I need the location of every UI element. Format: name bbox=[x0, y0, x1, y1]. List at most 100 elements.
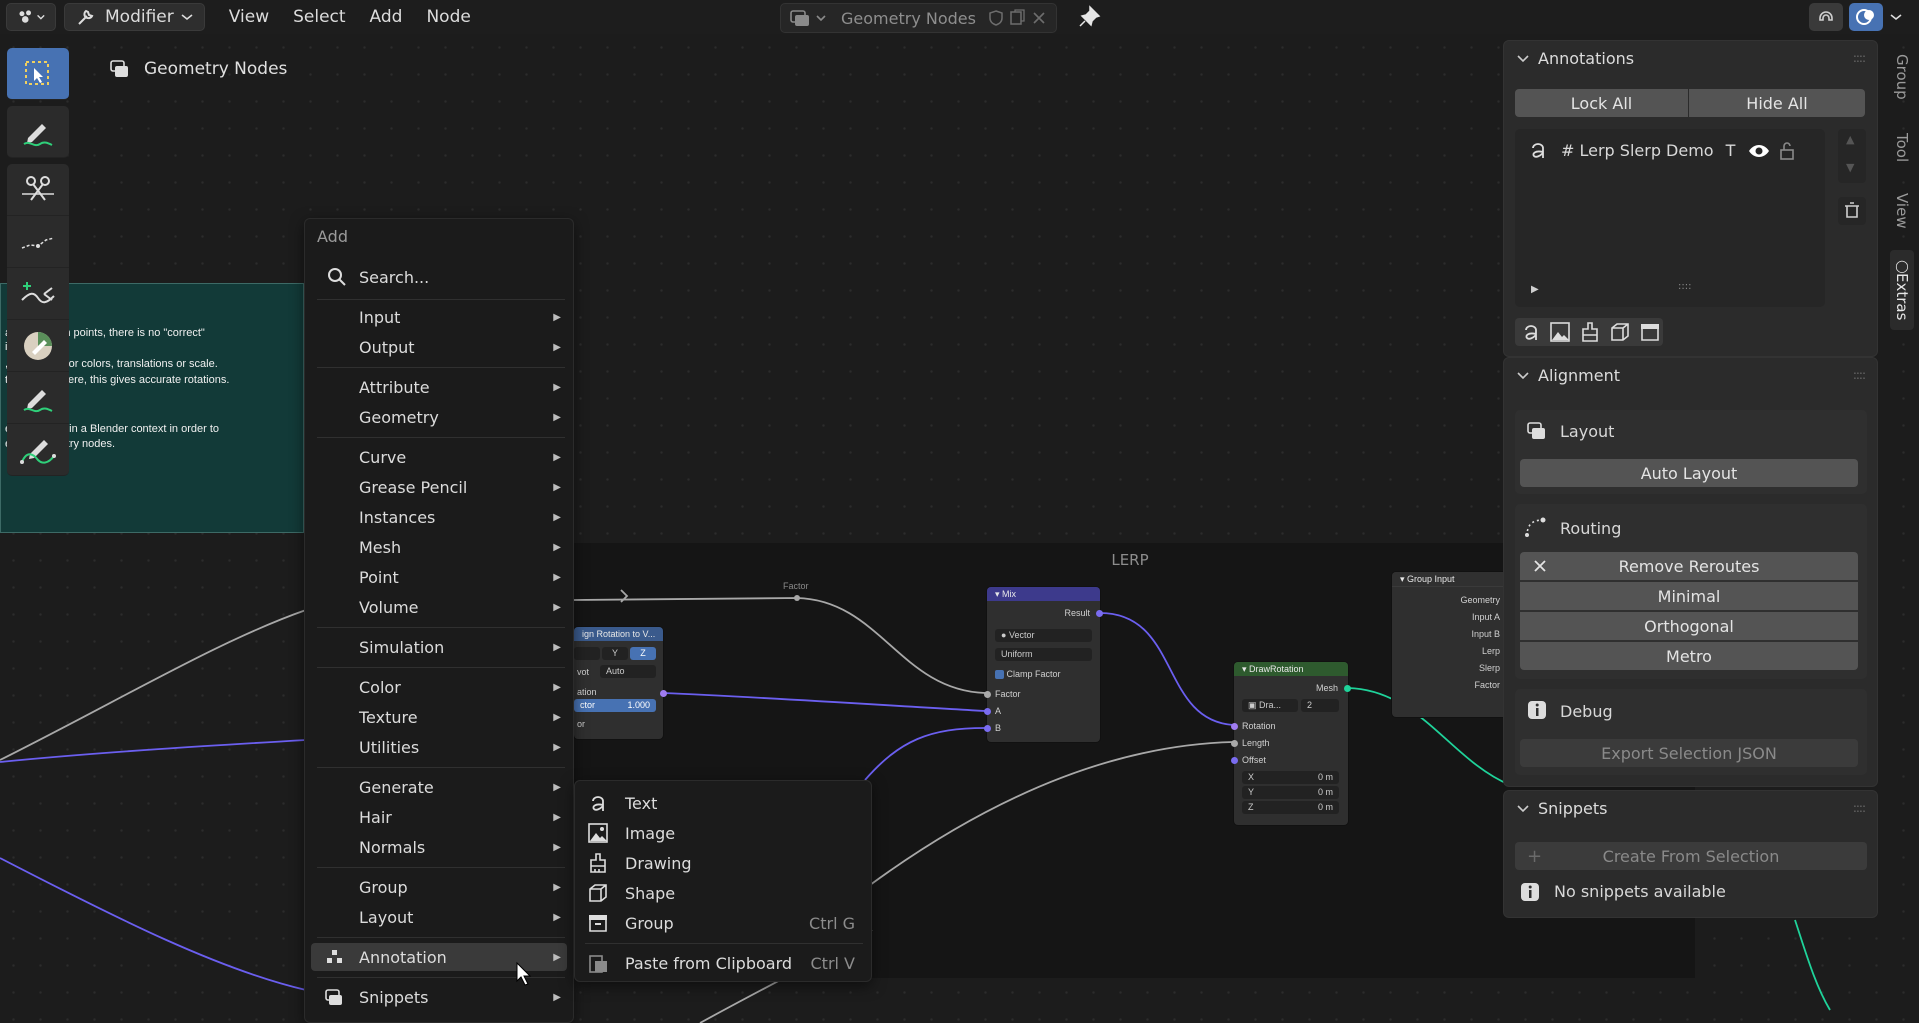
factor-socket[interactable] bbox=[984, 691, 991, 698]
offset-y-field[interactable]: Y0 m bbox=[1242, 786, 1339, 799]
lock-all-button[interactable]: Lock All bbox=[1515, 89, 1688, 117]
result-socket[interactable] bbox=[1096, 610, 1103, 617]
node-group-selector[interactable]: ▣ Dra... bbox=[1242, 699, 1298, 712]
modifier-dropdown[interactable]: Modifier bbox=[64, 3, 205, 31]
overlay-dropdown[interactable] bbox=[1889, 3, 1909, 31]
drag-handle-icon[interactable]: :::: bbox=[1853, 801, 1866, 815]
clamp-factor-checkbox[interactable]: Clamp Factor bbox=[995, 669, 1061, 680]
menu-item-input[interactable]: Input ▶ bbox=[311, 303, 567, 331]
menu-item-snippets[interactable]: Snippets ▶ bbox=[311, 983, 567, 1011]
output-socket[interactable] bbox=[660, 690, 667, 697]
menu-item-normals[interactable]: Normals ▶ bbox=[311, 833, 567, 861]
menu-item-curve[interactable]: Curve ▶ bbox=[311, 443, 567, 471]
orthogonal-route-button[interactable]: Orthogonal bbox=[1520, 612, 1858, 640]
node-tree-selector[interactable]: Geometry Nodes bbox=[780, 3, 1057, 33]
pie-tool[interactable] bbox=[7, 320, 69, 372]
tab-view[interactable]: View bbox=[1890, 190, 1914, 232]
a-socket[interactable] bbox=[984, 708, 991, 715]
menu-view[interactable]: View bbox=[217, 3, 281, 31]
tab-group[interactable]: Group bbox=[1890, 52, 1914, 102]
b-socket[interactable] bbox=[984, 725, 991, 732]
unlink-close-icon[interactable] bbox=[1028, 8, 1050, 28]
move-up-icon[interactable]: ▲ bbox=[1846, 133, 1854, 146]
cut-links-tool[interactable] bbox=[7, 164, 69, 216]
menu-item-color[interactable]: Color ▶ bbox=[311, 673, 567, 701]
menu-item-attribute[interactable]: Attribute ▶ bbox=[311, 373, 567, 401]
move-down-icon[interactable]: ▼ bbox=[1846, 161, 1854, 174]
shape-icon[interactable] bbox=[1607, 321, 1633, 343]
menu-search[interactable]: Search... bbox=[311, 263, 567, 291]
list-item[interactable]: # Lerp Slerp Demo T bbox=[1527, 137, 1735, 163]
pin-icon[interactable] bbox=[1076, 4, 1102, 30]
mute-links-tool[interactable] bbox=[7, 268, 69, 320]
editor-type-button[interactable] bbox=[6, 3, 56, 31]
panel-header[interactable]: Annotations bbox=[1516, 49, 1634, 68]
axis-z-button[interactable]: Z bbox=[630, 647, 656, 660]
group-input-node[interactable]: ▾ Group Input Geometry Input A Input B L… bbox=[1392, 572, 1512, 717]
mix-node[interactable]: ▾ Mix Result ● Vector Uniform Clamp Fact… bbox=[984, 587, 1103, 742]
snap-button[interactable] bbox=[1809, 3, 1843, 31]
menu-item-utilities[interactable]: Utilities ▶ bbox=[311, 733, 567, 761]
metro-route-button[interactable]: Metro bbox=[1520, 642, 1858, 670]
menu-item-point[interactable]: Point ▶ bbox=[311, 563, 567, 591]
offset-socket[interactable] bbox=[1231, 757, 1238, 764]
menu-item-grease-pencil[interactable]: Grease Pencil ▶ bbox=[311, 473, 567, 501]
draw-rotation-node[interactable]: ▾ DrawRotation Mesh ▣ Dra... 2 Rotation … bbox=[1231, 662, 1351, 825]
align-rotation-node[interactable]: ign Rotation to V... Y Z vot Auto ation … bbox=[574, 627, 667, 739]
drag-handle-icon[interactable]: :::: bbox=[1853, 368, 1866, 382]
menu-select[interactable]: Select bbox=[281, 3, 357, 31]
menu-item-simulation[interactable]: Simulation ▶ bbox=[311, 633, 567, 661]
remove-reroutes-button[interactable]: Remove Reroutes bbox=[1520, 552, 1858, 580]
menu-item-geometry[interactable]: Geometry ▶ bbox=[311, 403, 567, 431]
menu-node[interactable]: Node bbox=[414, 3, 482, 31]
resize-grip-icon[interactable]: :::: bbox=[1678, 281, 1691, 292]
menu-item-instances[interactable]: Instances ▶ bbox=[311, 503, 567, 531]
draw-tool[interactable] bbox=[7, 372, 69, 424]
expand-triangle-icon[interactable]: ▶ bbox=[1531, 284, 1539, 295]
reroute-tool[interactable] bbox=[7, 216, 69, 268]
create-snippet-button[interactable]: + Create From Selection bbox=[1515, 842, 1867, 870]
image-icon[interactable] bbox=[1547, 321, 1573, 343]
user-count-field[interactable]: 2 bbox=[1301, 699, 1339, 712]
submenu-item-drawing[interactable]: Drawing bbox=[585, 849, 863, 877]
axis-y-button[interactable]: Y bbox=[602, 647, 628, 660]
text-annotation-icon[interactable] bbox=[1519, 321, 1543, 343]
offset-x-field[interactable]: X0 m bbox=[1242, 771, 1339, 784]
submenu-item-shape[interactable]: Shape bbox=[585, 879, 863, 907]
mode-dropdown[interactable]: Uniform bbox=[995, 648, 1092, 661]
tab-extras[interactable]: ◯ Extras bbox=[1890, 250, 1914, 330]
hide-all-button[interactable]: Hide All bbox=[1689, 89, 1865, 117]
drag-handle-icon[interactable]: :::: bbox=[1853, 51, 1866, 65]
group-box-icon[interactable] bbox=[1637, 321, 1663, 343]
fake-user-shield-icon[interactable] bbox=[986, 8, 1006, 28]
length-socket[interactable] bbox=[1231, 740, 1238, 747]
menu-item-layout[interactable]: Layout ▶ bbox=[311, 903, 567, 931]
menu-item-hair[interactable]: Hair ▶ bbox=[311, 803, 567, 831]
menu-add[interactable]: Add bbox=[358, 3, 415, 31]
menu-item-volume[interactable]: Volume ▶ bbox=[311, 593, 567, 621]
eye-icon[interactable] bbox=[1748, 142, 1770, 160]
annotation-list[interactable]: # Lerp Slerp Demo T ▶ :::: bbox=[1515, 129, 1825, 307]
tab-tool[interactable]: Tool bbox=[1890, 128, 1914, 168]
submenu-item-text[interactable]: Text bbox=[585, 789, 863, 817]
menu-item-mesh[interactable]: Mesh ▶ bbox=[311, 533, 567, 561]
mesh-socket[interactable] bbox=[1344, 685, 1351, 692]
annotate-tool[interactable] bbox=[7, 106, 69, 158]
data-type-dropdown[interactable]: ● Vector bbox=[995, 629, 1092, 642]
axis-x-button[interactable] bbox=[574, 647, 600, 660]
menu-item-output[interactable]: Output ▶ bbox=[311, 333, 567, 361]
select-box-tool[interactable] bbox=[7, 48, 69, 100]
factor-field[interactable]: ctor 1.000 bbox=[574, 699, 656, 712]
submenu-item-group[interactable]: Group Ctrl G bbox=[585, 909, 863, 937]
menu-item-generate[interactable]: Generate ▶ bbox=[311, 773, 567, 801]
overlay-toggle-button[interactable] bbox=[1849, 3, 1883, 31]
submenu-item-paste[interactable]: Paste from Clipboard Ctrl V bbox=[585, 949, 863, 977]
draw-curve-tool[interactable] bbox=[7, 424, 69, 476]
unlock-icon[interactable] bbox=[1778, 141, 1796, 161]
auto-layout-button[interactable]: Auto Layout bbox=[1520, 459, 1858, 487]
panel-header[interactable]: Alignment bbox=[1516, 366, 1620, 385]
submenu-item-image[interactable]: Image bbox=[585, 819, 863, 847]
panel-header[interactable]: Snippets bbox=[1516, 799, 1608, 818]
minimal-route-button[interactable]: Minimal bbox=[1520, 582, 1858, 610]
menu-item-group[interactable]: Group ▶ bbox=[311, 873, 567, 901]
